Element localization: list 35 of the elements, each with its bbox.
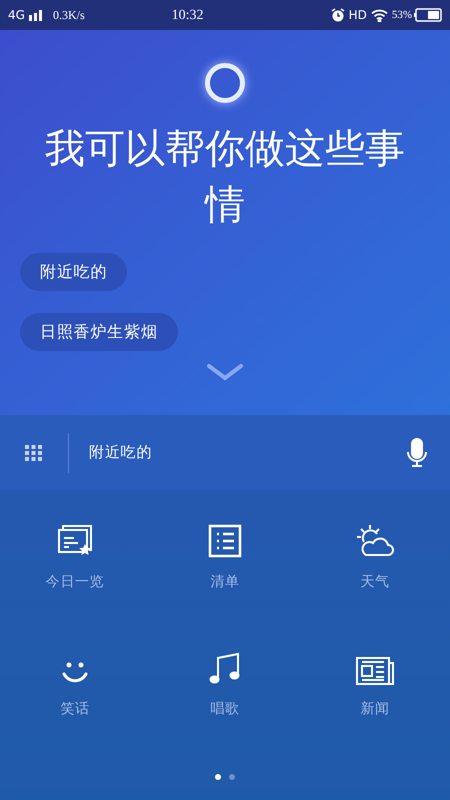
smiley-icon bbox=[61, 661, 89, 685]
battery-percent: 53% bbox=[392, 8, 412, 23]
feature-tile[interactable]: 唱歌 bbox=[150, 649, 300, 720]
hd-label: HD bbox=[348, 7, 367, 24]
tile-label: 天气 bbox=[360, 573, 390, 592]
network-type: 4G bbox=[8, 7, 25, 24]
battery-icon bbox=[414, 8, 442, 22]
tile-label: 唱歌 bbox=[210, 700, 240, 719]
list-icon bbox=[208, 524, 242, 558]
feature-tile[interactable]: 笑话 bbox=[0, 649, 150, 720]
clock-time: 10:32 bbox=[170, 6, 205, 24]
tile-label: 新闻 bbox=[360, 700, 390, 719]
suggestion-chip[interactable]: 附近吃的 bbox=[20, 253, 128, 291]
sun-cloud-icon bbox=[356, 524, 394, 558]
alarm-icon bbox=[330, 8, 345, 22]
cards-star-icon bbox=[57, 524, 93, 558]
feature-tile[interactable]: 新闻 bbox=[300, 649, 450, 720]
grid-icon[interactable] bbox=[25, 444, 43, 460]
query-field[interactable]: 附近吃的 bbox=[89, 441, 406, 464]
music-note-icon bbox=[209, 651, 241, 685]
feature-tile[interactable]: 清单 bbox=[150, 522, 300, 593]
assistant-ring-icon bbox=[205, 63, 245, 103]
headline: 我可以帮你做这些事情 bbox=[44, 125, 406, 230]
tile-label: 清单 bbox=[210, 573, 240, 592]
feature-tile[interactable]: 天气 bbox=[300, 522, 450, 593]
network-speed: 0.3K/s bbox=[52, 7, 85, 24]
wifi-icon bbox=[370, 8, 388, 22]
suggestion-chip[interactable]: 日照香炉生紫烟 bbox=[20, 313, 178, 351]
tile-label: 笑话 bbox=[60, 700, 90, 719]
newspaper-icon bbox=[356, 657, 394, 685]
microphone-icon[interactable] bbox=[406, 438, 428, 468]
chevron-down-icon[interactable] bbox=[206, 363, 244, 381]
signal-icon bbox=[28, 9, 45, 21]
feature-tile[interactable]: 今日一览 bbox=[0, 522, 150, 593]
tile-label: 今日一览 bbox=[46, 573, 104, 592]
